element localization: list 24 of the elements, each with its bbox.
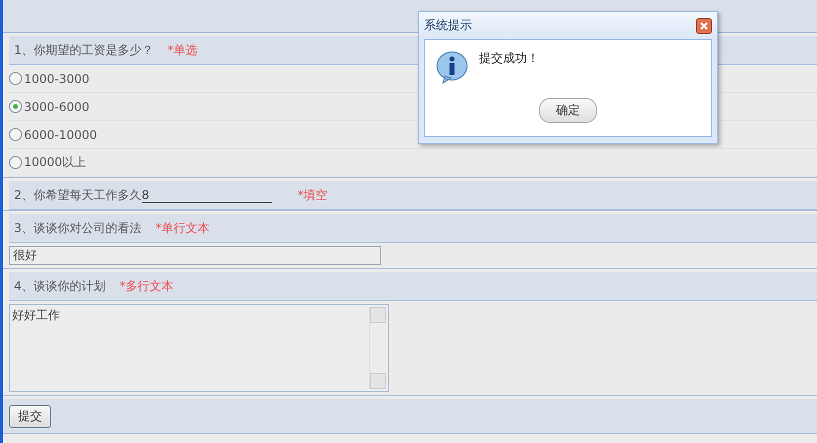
- question-title: 3、谈谈你对公司的看法: [14, 220, 142, 236]
- radio-button[interactable]: [9, 156, 22, 169]
- required-tag: *填空: [298, 186, 328, 204]
- option-label: 6000-10000: [24, 128, 98, 142]
- option-label: 3000-6000: [24, 100, 90, 114]
- question-title: 4、谈谈你的计划: [14, 278, 106, 294]
- dialog-title: 系统提示: [424, 17, 472, 34]
- input-field[interactable]: 很好: [9, 246, 381, 265]
- question-title: 2、你希望每天工作多久: [14, 186, 142, 204]
- close-icon[interactable]: [696, 18, 712, 34]
- option-label: 1000-3000: [24, 72, 90, 86]
- ok-button[interactable]: 确定: [539, 98, 597, 123]
- radio-button[interactable]: [9, 128, 22, 141]
- required-tag: *单选: [168, 42, 198, 58]
- radio-button[interactable]: [9, 100, 22, 113]
- dialog-message: 提交成功！: [479, 50, 539, 67]
- radio-button[interactable]: [9, 72, 22, 85]
- submit-button[interactable]: 提交: [9, 404, 51, 428]
- fill-in-line[interactable]: 8: [142, 188, 272, 202]
- info-icon: [435, 50, 469, 84]
- option-label: 10000以上: [24, 154, 86, 171]
- question-title: 1、你期望的工资是多少？: [14, 42, 154, 58]
- required-tag: *单行文本: [156, 220, 210, 236]
- required-tag: *多行文本: [120, 278, 174, 294]
